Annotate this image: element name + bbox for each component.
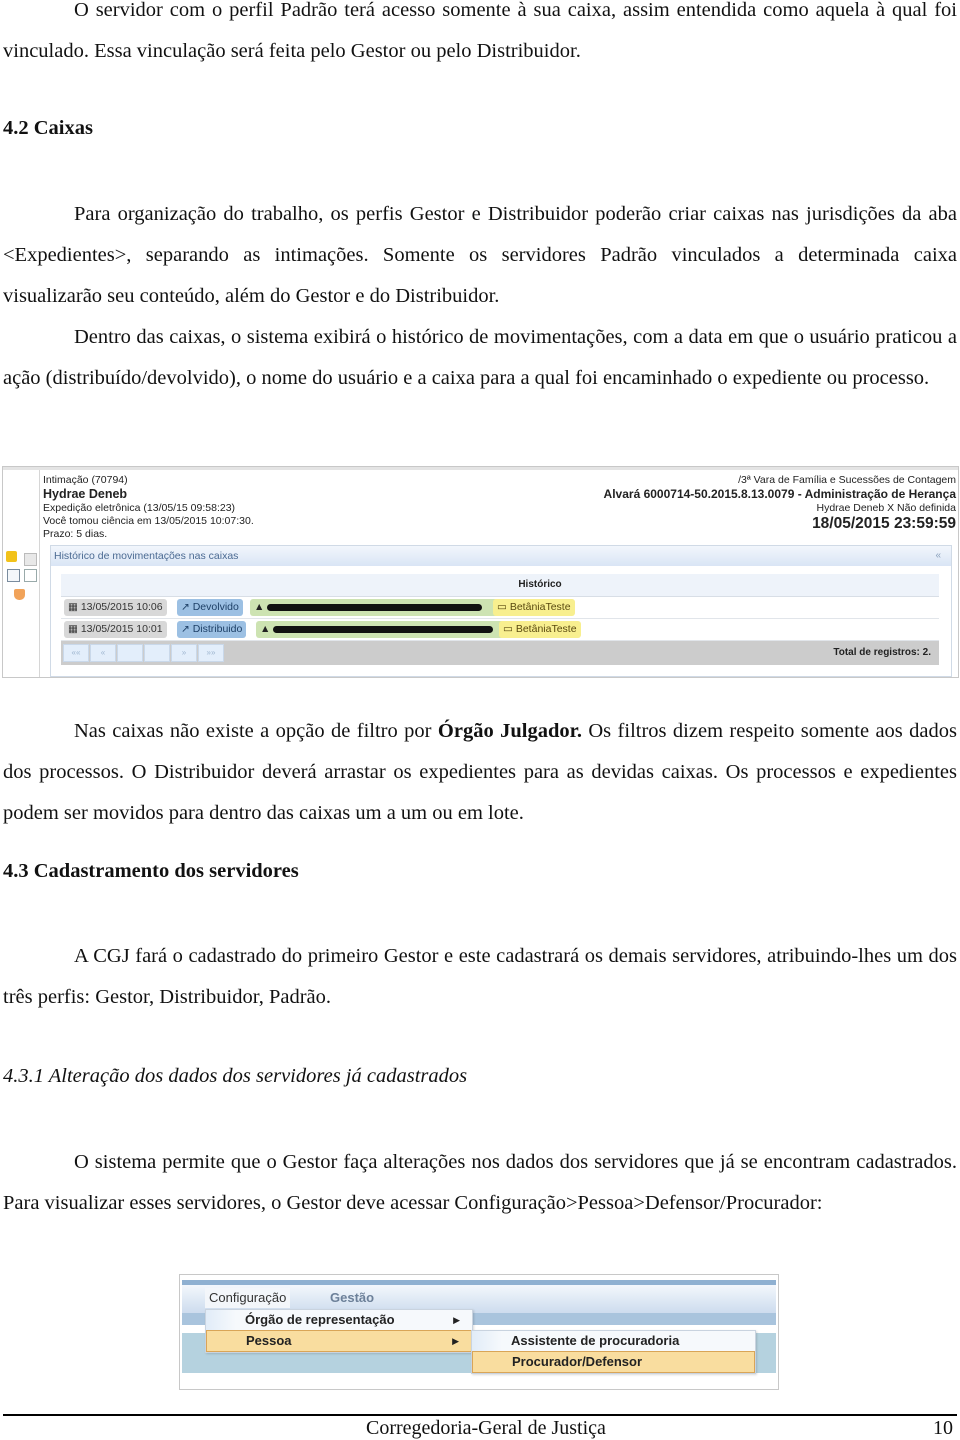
page-button[interactable] [117, 644, 143, 662]
panel-title: Histórico de movimentações nas caixas [54, 550, 239, 562]
calendar-icon[interactable] [7, 569, 20, 582]
paragraph-perfil-padrao: O servidor com o perfil Padrão terá aces… [3, 0, 957, 62]
intimacao-info: Intimação (70794) Hydrae Deneb Expedição… [43, 474, 254, 541]
redacted-user [273, 625, 494, 633]
user-chip: ▲ [256, 621, 504, 638]
footer-rule [3, 1414, 957, 1416]
historico-table: Histórico ▦ 13/05/2015 10:06 ↗ Devolvido… [61, 574, 939, 665]
collapse-icon[interactable]: « [935, 546, 941, 566]
paragraph-caixas-organizacao: Para organização do trabalho, os perfis … [3, 203, 957, 307]
footer-title: Corregedoria-Geral de Justiça [366, 1417, 606, 1439]
partes-label: Hydrae Deneb X Não definida [816, 502, 956, 514]
paragraph-historico: Dentro das caixas, o sistema exibirá o h… [3, 326, 957, 389]
action-chip: ↗ Devolvido [177, 599, 243, 616]
box-chip: ▭ BetâniaTeste [493, 599, 575, 616]
screenshot-historico-caixas: Intimação (70794) Hydrae Deneb Expedição… [2, 466, 959, 678]
page-button[interactable] [144, 644, 170, 662]
date-chip: ▦ 13/05/2015 10:06 [64, 599, 167, 616]
prev-page-button[interactable]: « [90, 644, 116, 662]
page-number: 10 [933, 1417, 953, 1439]
redacted-user [267, 603, 483, 611]
section-heading-4-2: 4.2 Caixas [3, 117, 93, 139]
folder-icon[interactable] [6, 551, 17, 562]
menu-gestao[interactable]: Gestão [326, 1288, 378, 1308]
document-icon[interactable] [24, 569, 37, 582]
ciencia-date: Você tomou ciência em 13/05/2015 10:07:3… [43, 515, 254, 527]
menu-item-orgao-representacao[interactable]: Órgão de representação ▶ [206, 1310, 472, 1330]
column-header-historico: Histórico [61, 574, 939, 597]
paragraph-cadastro: A CGJ fará o cadastrado do primeiro Gest… [3, 945, 957, 1008]
paragraph-alteracao: O sistema permite que o Gestor faça alte… [3, 1151, 957, 1214]
box-chip: ▭ BetâniaTeste [499, 621, 581, 638]
table-footer: «« « » »» Total de registros: 2. [61, 641, 939, 665]
panel-header[interactable]: Histórico de movimentações nas caixas « [51, 546, 951, 566]
pessoa-submenu: Assistente de procuradoria Procurador/De… [471, 1330, 756, 1374]
top-border [3, 467, 958, 470]
submenu-arrow-icon: ▶ [453, 1315, 460, 1325]
pager: «« « » »» [63, 644, 225, 662]
menu-configuracao[interactable]: Configuração [205, 1288, 291, 1308]
next-page-button[interactable]: » [171, 644, 197, 662]
historico-panel: Histórico de movimentações nas caixas « … [50, 545, 952, 677]
paragraph-filtros: Nas caixas não existe a opção de filtro … [3, 720, 958, 824]
expedicao-date: Expedição eletrônica (13/05/15 09:58:23) [43, 502, 236, 514]
alvara-title[interactable]: Alvará 6000714-50.2015.8.13.0079 - Admin… [604, 487, 956, 502]
section-heading-4-3-1: 4.3.1 Alteração dos dados dos servidores… [3, 1065, 468, 1087]
intimacao-id: Intimação (70794) [43, 474, 128, 486]
submenu-arrow-icon: ▶ [452, 1336, 459, 1346]
menu-item-assistente-procuradoria[interactable]: Assistente de procuradoria [472, 1331, 755, 1351]
left-divider [39, 470, 40, 677]
inbox-icon[interactable] [14, 589, 25, 600]
menu-item-pessoa[interactable]: Pessoa ▶ [206, 1330, 472, 1352]
date-chip: ▦ 13/05/2015 10:01 [64, 621, 167, 638]
menu-item-procurador-defensor[interactable]: Procurador/Defensor [472, 1351, 755, 1373]
last-page-button[interactable]: »» [198, 644, 224, 662]
configuracao-dropdown: Órgão de representação ▶ Pessoa ▶ [205, 1309, 473, 1353]
table-row[interactable]: ▦ 13/05/2015 10:01 ↗ Distribuido ▲ ▭ Bet… [61, 619, 939, 641]
user-chip: ▲ [250, 599, 498, 616]
screenshot-menu-configuracao: Configuração Gestão Órgão de representaç… [179, 1274, 779, 1390]
total-records: Total de registros: 2. [833, 647, 931, 658]
action-chip: ↗ Distribuido [177, 621, 247, 638]
checkbox-icon[interactable] [24, 553, 37, 566]
bold-orgao-julgador: Órgão Julgador. [437, 720, 582, 742]
prazo: Prazo: 5 dias. [43, 528, 108, 540]
section-heading-4-3: 4.3 Cadastramento dos servidores [3, 860, 299, 882]
first-page-button[interactable]: «« [63, 644, 89, 662]
party-name: Hydrae Deneb [43, 487, 128, 501]
vara-label: /3ª Vara de Família e Sucessões de Conta… [738, 474, 956, 486]
process-info: /3ª Vara de Família e Sucessões de Conta… [604, 474, 956, 533]
deadline: 18/05/2015 23:59:59 [812, 515, 956, 532]
table-row[interactable]: ▦ 13/05/2015 10:06 ↗ Devolvido ▲ ▭ Betân… [61, 597, 939, 619]
